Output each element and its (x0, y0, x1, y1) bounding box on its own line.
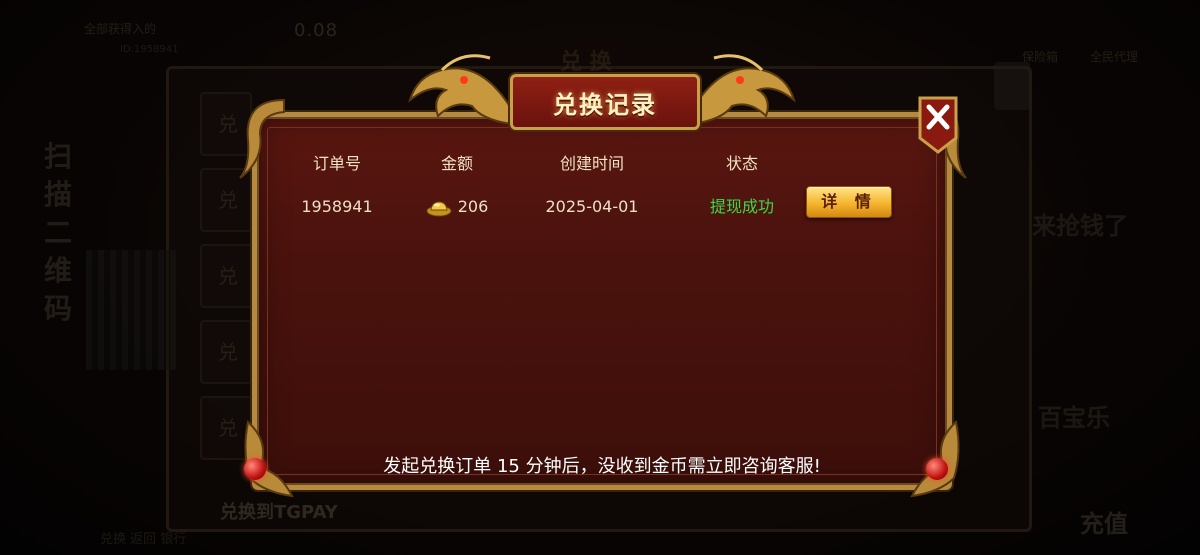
created-date-cell: 2025-04-01 (545, 197, 639, 216)
column-header-order-id: 订单号 (312, 154, 361, 173)
dialog-title-plate: 兑换记录 (510, 74, 700, 130)
table-header: 订单号 金额 创建时间 状态 (252, 150, 952, 174)
order-id-cell: 1958941 (301, 197, 373, 216)
amount-cell: 206 (397, 196, 517, 218)
column-header-created: 创建时间 (559, 154, 624, 173)
column-header-status: 状态 (725, 154, 758, 173)
exchange-record-dialog: 兑换记录 订单号 金额 创建时间 状态 1958941 206 2025-04-… (239, 54, 967, 498)
dialog-title: 兑换记录 (553, 91, 657, 119)
amount-value: 206 (457, 197, 489, 216)
status-badge: 提现成功 (709, 197, 774, 216)
detail-button[interactable]: 详 情 (806, 186, 892, 218)
support-notice: 发起兑换订单 15 分钟后，没收到金币需立即咨询客服! (383, 456, 821, 477)
close-icon[interactable] (918, 96, 958, 154)
gold-ingot-icon (426, 200, 452, 216)
dragon-icon (408, 54, 513, 126)
column-header-amount: 金额 (440, 154, 473, 173)
dragon-icon (691, 54, 796, 126)
